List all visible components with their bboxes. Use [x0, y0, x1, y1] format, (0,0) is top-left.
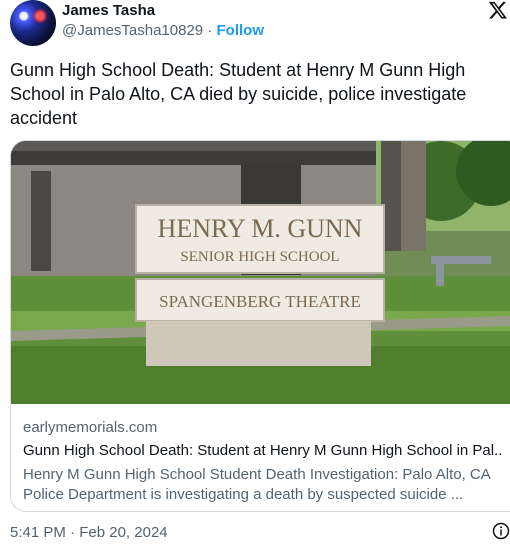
sign-line-1: HENRY M. GUNN — [158, 214, 363, 243]
sign-line-3: SPANGENBERG THEATRE — [159, 292, 361, 311]
x-logo-icon[interactable] — [488, 0, 508, 20]
separator: · — [70, 524, 76, 541]
tweet-footer: 5:41 PM · Feb 20, 2024 — [10, 524, 168, 541]
avatar[interactable] — [10, 0, 56, 46]
author-handle[interactable]: @JamesTasha10829 — [62, 22, 203, 39]
tweet-text-line: School in Palo Alto, CA died by suicide,… — [10, 84, 467, 104]
card-title: Gunn High School Death: Student at Henry… — [23, 442, 503, 459]
sign-line-2: SENIOR HIGH SCHOOL — [180, 249, 339, 265]
tweet-text: Gunn High School Death: Student at Henry… — [10, 58, 510, 130]
separator: · — [207, 22, 213, 39]
card-description-line: Police Department is investigating a dea… — [23, 486, 464, 503]
follow-button[interactable]: Follow — [217, 22, 265, 39]
author-name[interactable]: James Tasha — [62, 2, 155, 19]
author-handle-row: @JamesTasha10829 · Follow — [62, 22, 264, 39]
card-domain: earlymemorials.com — [23, 419, 158, 436]
link-card[interactable]: HENRY M. GUNN SENIOR HIGH SCHOOL SPANGEN… — [10, 140, 510, 512]
card-meta[interactable]: earlymemorials.com Gunn High School Deat… — [23, 419, 503, 505]
tweet-text-line: accident — [10, 108, 78, 128]
tweet-header: James Tasha @JamesTasha10829 · Follow — [0, 0, 510, 50]
tweet-text-line: Gunn High School Death: Student at Henry… — [10, 60, 466, 80]
card-description-line: Henry M Gunn High School Student Death I… — [23, 466, 491, 483]
info-icon[interactable] — [492, 522, 510, 540]
card-description: Henry M Gunn High School Student Death I… — [23, 465, 503, 505]
tweet-date[interactable]: Feb 20, 2024 — [79, 524, 167, 541]
tweet-time[interactable]: 5:41 PM — [10, 524, 66, 541]
card-image[interactable]: HENRY M. GUNN SENIOR HIGH SCHOOL SPANGEN… — [11, 141, 510, 404]
